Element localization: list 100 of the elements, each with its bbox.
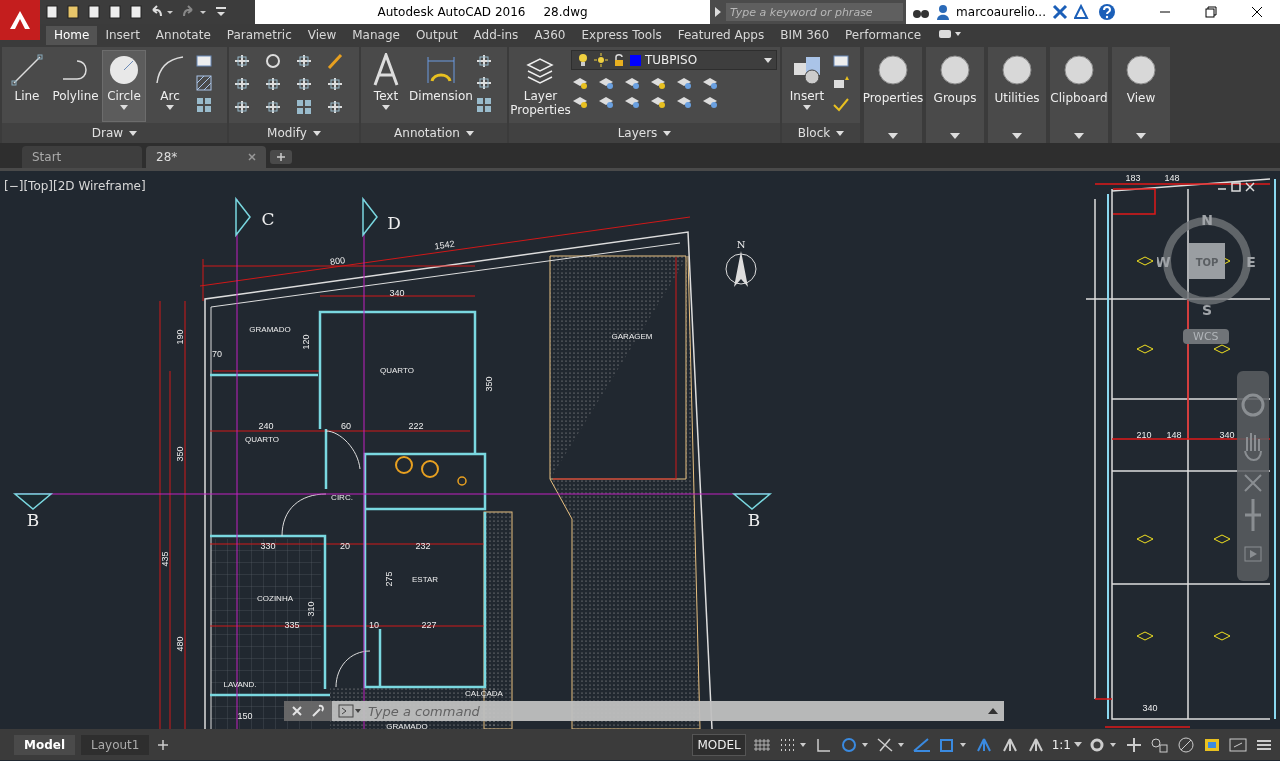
room-label: LAVAND. bbox=[223, 680, 257, 689]
panel-title[interactable]: Draw bbox=[91, 126, 124, 140]
caret-icon bbox=[1074, 742, 1082, 747]
collapsed-panel-button[interactable]: Clipboard bbox=[1050, 47, 1108, 143]
caret-icon bbox=[1136, 133, 1146, 139]
collapsed-panel-button[interactable]: Groups bbox=[926, 47, 984, 143]
tool-button[interactable]: Dimension bbox=[410, 50, 472, 122]
shapes-icon[interactable] bbox=[1150, 736, 1170, 753]
ucs-icon[interactable] bbox=[937, 736, 968, 753]
close-icon[interactable] bbox=[248, 153, 256, 161]
caret-icon[interactable] bbox=[129, 130, 138, 136]
section-marker-icon bbox=[12, 493, 54, 510]
collapsed-panel-button[interactable]: View bbox=[1112, 47, 1170, 143]
panel-title[interactable]: Layers bbox=[617, 126, 658, 140]
layout-tab[interactable]: Layout1 bbox=[81, 734, 150, 755]
layer-dropdown[interactable]: TUBPISO bbox=[571, 50, 777, 70]
dimension-text: 183 bbox=[1125, 173, 1141, 183]
dimension-text: 435 bbox=[160, 551, 170, 567]
file-tab[interactable]: 28* bbox=[146, 146, 266, 168]
ribbon-tab[interactable]: Manage bbox=[344, 26, 408, 45]
ribbon-tab[interactable]: Home bbox=[46, 26, 98, 45]
polar-icon[interactable] bbox=[839, 736, 870, 753]
angle-icon[interactable] bbox=[911, 736, 932, 753]
ribbon-tab[interactable]: Performance bbox=[837, 26, 930, 45]
ribbon-tab[interactable]: Express Tools bbox=[573, 26, 670, 45]
caret-icon bbox=[1074, 133, 1084, 139]
ribbon-tab[interactable]: A360 bbox=[526, 26, 574, 45]
room-label: GRAMADO bbox=[249, 325, 291, 334]
caret-icon[interactable] bbox=[465, 130, 474, 136]
scale-button[interactable]: 1:1 bbox=[1051, 737, 1082, 752]
dimension-text: 335 bbox=[284, 620, 300, 630]
viewport-label[interactable]: [−][Top][2D Wireframe] bbox=[4, 179, 146, 193]
dimension-text: 310 bbox=[306, 601, 316, 617]
section-marker-icon bbox=[362, 196, 378, 238]
caret-icon[interactable] bbox=[663, 130, 672, 136]
user-name[interactable]: marcoaurelio... bbox=[956, 5, 1046, 19]
padlock-icon[interactable] bbox=[612, 53, 626, 67]
dimension-text: 190 bbox=[175, 329, 185, 345]
dimension-text: 70 bbox=[212, 349, 222, 359]
collapsed-panel-button[interactable]: Properties bbox=[864, 47, 922, 143]
settings-icon[interactable] bbox=[1088, 736, 1118, 753]
add-tab-icon[interactable] bbox=[270, 150, 292, 164]
lightbulb-icon[interactable] bbox=[576, 53, 590, 67]
tool-button[interactable]: Insert bbox=[785, 50, 829, 122]
section-label: D bbox=[387, 213, 401, 233]
ribbon-tab[interactable]: Parametric bbox=[218, 26, 300, 45]
dimension-text: 800 bbox=[329, 255, 346, 268]
panel-icon bbox=[1000, 53, 1034, 87]
ribbon-tab[interactable]: View bbox=[299, 26, 345, 45]
dimension-text: 340 bbox=[1219, 430, 1235, 440]
section-marker-icon bbox=[731, 493, 773, 510]
room-label: ESTAR bbox=[411, 575, 439, 584]
plus-icon[interactable] bbox=[1124, 736, 1144, 753]
dimension-text: 350 bbox=[175, 446, 185, 462]
dimension-text: 227 bbox=[421, 620, 437, 630]
tool-button[interactable]: Layer Properties bbox=[512, 50, 569, 122]
model-space-button[interactable]: MODEL bbox=[692, 733, 746, 756]
prompt-icon[interactable] bbox=[338, 704, 362, 718]
ribbon-tab[interactable]: Insert bbox=[97, 26, 148, 45]
ribbon-tab[interactable]: Featured Apps bbox=[669, 26, 773, 45]
ribbon-tab[interactable]: BIM 360 bbox=[772, 26, 838, 45]
ribbon-tab[interactable]: Add-ins bbox=[465, 26, 527, 45]
caret-icon[interactable] bbox=[312, 130, 321, 136]
file-tab[interactable]: Start bbox=[22, 146, 142, 168]
caret-icon[interactable] bbox=[988, 708, 998, 714]
tool-button[interactable]: Arc bbox=[148, 50, 192, 122]
search-field[interactable]: Type a keyword or phrase bbox=[726, 3, 904, 21]
compass-south-label[interactable]: S bbox=[1201, 302, 1213, 318]
tool-button[interactable]: Polyline bbox=[51, 50, 100, 122]
hardware-icon[interactable] bbox=[1202, 736, 1222, 753]
tool-button[interactable]: Line bbox=[5, 50, 49, 122]
panel-icon bbox=[938, 53, 972, 87]
layout-tab[interactable]: Model bbox=[14, 734, 76, 755]
help-icon[interactable] bbox=[1098, 3, 1116, 21]
sun-icon[interactable] bbox=[594, 53, 608, 67]
circle-icon bbox=[107, 53, 141, 87]
panel-toggle-icon[interactable] bbox=[937, 27, 964, 41]
app-menu-button[interactable] bbox=[0, 0, 40, 40]
collapsed-panel-button[interactable]: Utilities bbox=[988, 47, 1046, 143]
fullscreen-icon[interactable] bbox=[1228, 736, 1248, 753]
tool-button[interactable]: Circle bbox=[102, 50, 146, 122]
document-icon[interactable] bbox=[44, 4, 60, 20]
wrench-icon[interactable] bbox=[310, 704, 326, 718]
dimension-text: 10 bbox=[369, 620, 379, 630]
section-marker-icon bbox=[235, 196, 251, 238]
dimension-text: 232 bbox=[415, 541, 431, 551]
exchange-icon[interactable] bbox=[1052, 4, 1068, 20]
osnap-icon[interactable] bbox=[875, 736, 906, 753]
close-icon[interactable] bbox=[290, 704, 304, 718]
tool-button[interactable]: Text bbox=[364, 50, 408, 122]
isolate-icon[interactable] bbox=[1176, 736, 1196, 753]
caret-icon[interactable] bbox=[836, 130, 845, 136]
dimension-text: 275 bbox=[384, 571, 394, 587]
ribbon-tab[interactable]: Annotate bbox=[147, 26, 219, 45]
section-label: C bbox=[261, 209, 275, 229]
dimension-text: 480 bbox=[175, 636, 185, 652]
grid-icon[interactable] bbox=[751, 736, 772, 753]
ribbon-tab[interactable]: Output bbox=[407, 26, 466, 45]
user-icon[interactable] bbox=[936, 4, 951, 20]
folder-icon[interactable] bbox=[65, 4, 81, 20]
